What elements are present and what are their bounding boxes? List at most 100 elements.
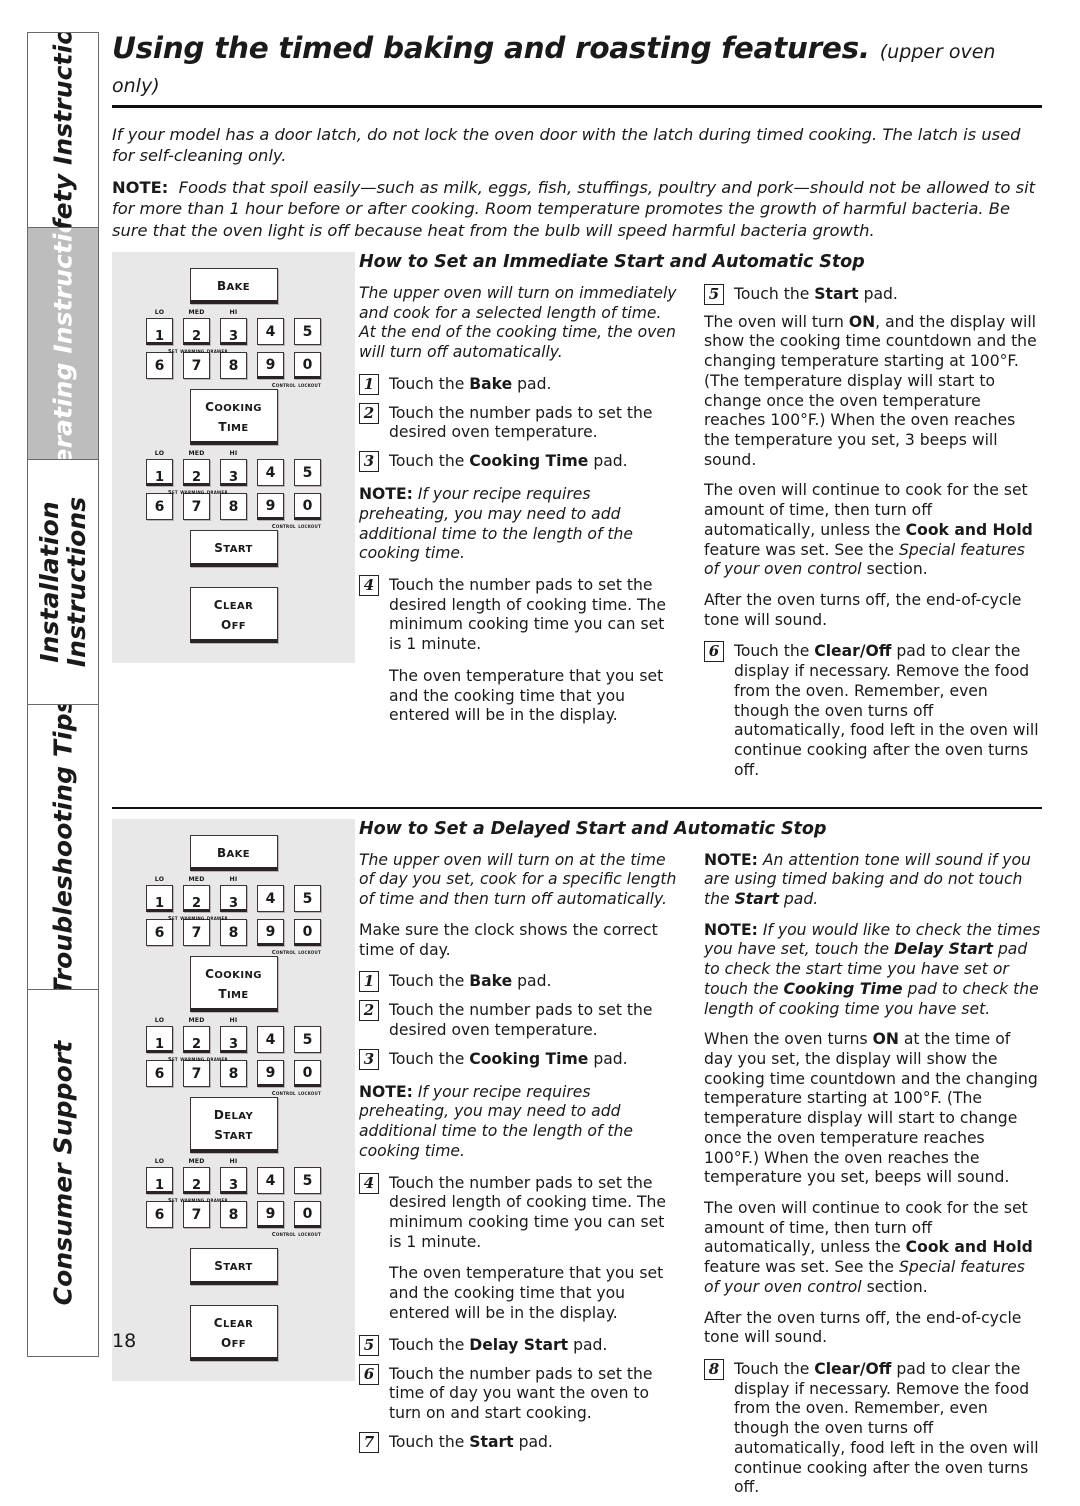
key-4[interactable]: 4	[257, 459, 284, 487]
step-text: Touch the Start pad.	[389, 1432, 680, 1453]
sidebar-tab-consumer-support[interactable]: Consumer Support	[28, 990, 98, 1356]
section2-step-2: 2 Touch the number pads to set the desir…	[359, 1000, 680, 1040]
key-9[interactable]: 9	[257, 493, 284, 521]
key-8[interactable]: 8	[220, 1201, 247, 1229]
step-text: Touch the Bake pad.	[389, 971, 680, 992]
sidebar-tab-installation-instructions[interactable]: Installation Instructions	[28, 460, 98, 705]
step-text: Touch the number pads to set the desired…	[389, 1173, 667, 1251]
step-text: Touch the Cooking Time pad.	[389, 451, 680, 472]
step-text-pre: Touch the	[734, 284, 815, 303]
section2-step-4: 4 Touch the number pads to set the desir…	[359, 1172, 680, 1253]
key-7[interactable]: 7	[183, 352, 210, 380]
step-number-box: 1	[359, 373, 379, 395]
step-number-box: 5	[359, 1334, 379, 1356]
cooking-time-pad-label-line2: Time	[218, 982, 249, 1003]
key-7[interactable]: 7	[183, 919, 210, 947]
key-4[interactable]: 4	[257, 318, 284, 346]
key-2[interactable]: MED 2	[183, 310, 210, 346]
key-7[interactable]: 7	[183, 493, 210, 521]
key-9[interactable]: 9	[257, 919, 284, 947]
key-4[interactable]: 4	[257, 1167, 284, 1195]
section-immediate-start: Bake LO 1 MED 2 HI 3 4 5 6 7 8 9 0 Set Warm…	[112, 251, 1042, 789]
key-9[interactable]: 9	[257, 1060, 284, 1088]
sidebar-tab-label: Consumer Support	[48, 1040, 78, 1306]
step-text-pad-name: Bake	[469, 972, 513, 991]
key-0[interactable]: 0	[294, 1201, 321, 1229]
section1-preheat-note: NOTE: If your recipe requires preheating…	[359, 485, 680, 564]
key-9[interactable]: 9	[257, 352, 284, 380]
key-1[interactable]: LO 1	[146, 451, 173, 487]
key-8[interactable]: 8	[220, 493, 247, 521]
section1-step-5: 5 Touch the Start pad.	[704, 283, 1042, 305]
key-1[interactable]: LO 1	[146, 876, 173, 913]
key-6[interactable]: 6	[146, 1201, 173, 1229]
step-number-box: 4	[359, 575, 379, 596]
sidebar-tab-troubleshooting-tips[interactable]: Troubleshooting Tips	[28, 705, 98, 990]
key-8[interactable]: 8	[220, 352, 247, 380]
step-text: Touch the number pads to set the desired…	[389, 403, 653, 442]
step-text-pad-name: Cooking Time	[469, 1049, 589, 1068]
key-5[interactable]: 5	[294, 885, 321, 913]
clear-off-pad-label-line2: Off	[220, 613, 247, 634]
key-0[interactable]: 0	[294, 919, 321, 947]
step-text-pad-name: Start	[814, 284, 859, 303]
key-3[interactable]: HI 3	[220, 876, 247, 913]
sidebar-tab-safety-instructions[interactable]: Safety Instructions	[28, 33, 98, 228]
delay-start-pad[interactable]: Delay Start	[189, 1097, 278, 1154]
key-2-over-label: MED	[188, 1017, 205, 1025]
sidebar-tab-operating-instructions[interactable]: Operating Instructions	[28, 228, 98, 460]
caption-set-warming-drawer: Set Warming Drawer	[168, 913, 228, 923]
key-3[interactable]: HI 3	[220, 1018, 247, 1054]
key-4[interactable]: 4	[257, 1026, 284, 1054]
start-pad[interactable]: Start	[189, 1248, 278, 1286]
key-3-over-label: HI	[229, 309, 238, 317]
bake-pad[interactable]: Bake	[189, 834, 278, 872]
bake-pad[interactable]: Bake	[189, 267, 278, 305]
key-0[interactable]: 0	[294, 493, 321, 521]
key-3[interactable]: HI 3	[220, 451, 247, 487]
key-3-over-label: HI	[229, 1017, 238, 1025]
step-text-pre: Touch the	[389, 972, 470, 991]
key-5[interactable]: 5	[294, 1026, 321, 1054]
key-6[interactable]: 6	[146, 919, 173, 947]
key-6[interactable]: 6	[146, 352, 173, 380]
key-5[interactable]: 5	[294, 318, 321, 346]
key-6[interactable]: 6	[146, 493, 173, 521]
key-9[interactable]: 9	[257, 1201, 284, 1229]
key-4[interactable]: 4	[257, 885, 284, 913]
step-text: Touch the Delay Start pad.	[389, 1335, 680, 1356]
key-2-digit: 2	[191, 1036, 202, 1052]
cooking-time-pad[interactable]: Cooking Time	[189, 956, 278, 1013]
key-5[interactable]: 5	[294, 459, 321, 487]
key-0[interactable]: 0	[294, 1060, 321, 1088]
step-text-pre: Touch the	[734, 1360, 815, 1379]
key-1[interactable]: LO 1	[146, 1159, 173, 1195]
clear-off-pad[interactable]: Clear Off	[189, 1305, 278, 1362]
key-1[interactable]: LO 1	[146, 1018, 173, 1054]
clear-off-pad[interactable]: Clear Off	[189, 587, 278, 644]
key-0[interactable]: 0	[294, 352, 321, 380]
intro-paragraph-note: NOTE: Foods that spoil easily—such as mi…	[112, 177, 1042, 241]
key-2[interactable]: MED 2	[183, 876, 210, 913]
key-5[interactable]: 5	[294, 1167, 321, 1195]
key-2[interactable]: MED 2	[183, 1159, 210, 1195]
key-6[interactable]: 6	[146, 1060, 173, 1088]
step-number-box: 6	[704, 641, 724, 663]
key-2[interactable]: MED 2	[183, 1018, 210, 1054]
key-8[interactable]: 8	[220, 1060, 247, 1088]
key-3[interactable]: HI 3	[220, 1159, 247, 1195]
key-7[interactable]: 7	[183, 1060, 210, 1088]
step-text-pad-name: Clear/Off	[814, 642, 892, 661]
section1-step-2: 2 Touch the number pads to set the desir…	[359, 402, 680, 443]
key-1-digit: 1	[154, 1177, 165, 1193]
clear-off-pad-label-line1: Clear	[213, 594, 254, 615]
start-pad[interactable]: Start	[189, 530, 278, 568]
key-3[interactable]: HI 3	[220, 310, 247, 346]
key-8[interactable]: 8	[220, 919, 247, 947]
cooking-time-pad[interactable]: Cooking Time	[189, 389, 278, 446]
key-1[interactable]: LO 1	[146, 310, 173, 346]
note-label: NOTE:	[704, 920, 758, 939]
key-1-over-label: LO	[154, 876, 165, 884]
key-7[interactable]: 7	[183, 1201, 210, 1229]
key-2[interactable]: MED 2	[183, 451, 210, 487]
